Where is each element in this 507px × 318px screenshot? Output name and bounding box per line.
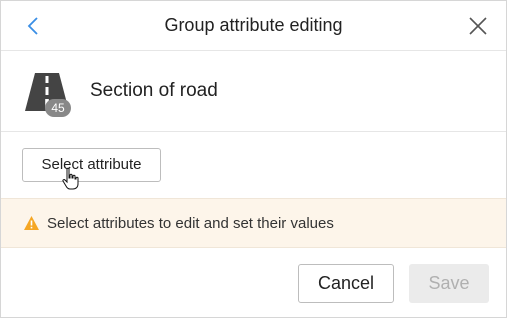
hint-bar: Select attributes to edit and set their … — [1, 198, 506, 248]
hint-text: Select attributes to edit and set their … — [47, 215, 334, 232]
object-count-badge: 45 — [45, 99, 71, 117]
warning-icon — [24, 216, 39, 230]
save-button[interactable]: Save — [409, 264, 489, 303]
close-button[interactable] — [464, 12, 492, 40]
group-attribute-dialog: Group attribute editing 45 Section of ro… — [0, 0, 507, 318]
close-icon — [469, 17, 487, 35]
select-attribute-button[interactable]: Select attribute — [22, 148, 161, 182]
selected-object-row: 45 Section of road — [1, 51, 506, 132]
dialog-title: Group attribute editing — [164, 15, 343, 35]
cancel-button[interactable]: Cancel — [298, 264, 394, 303]
dialog-header: Group attribute editing — [1, 1, 506, 51]
object-type-name: Section of road — [90, 80, 218, 101]
hand-pointer-cursor-icon — [62, 167, 79, 190]
